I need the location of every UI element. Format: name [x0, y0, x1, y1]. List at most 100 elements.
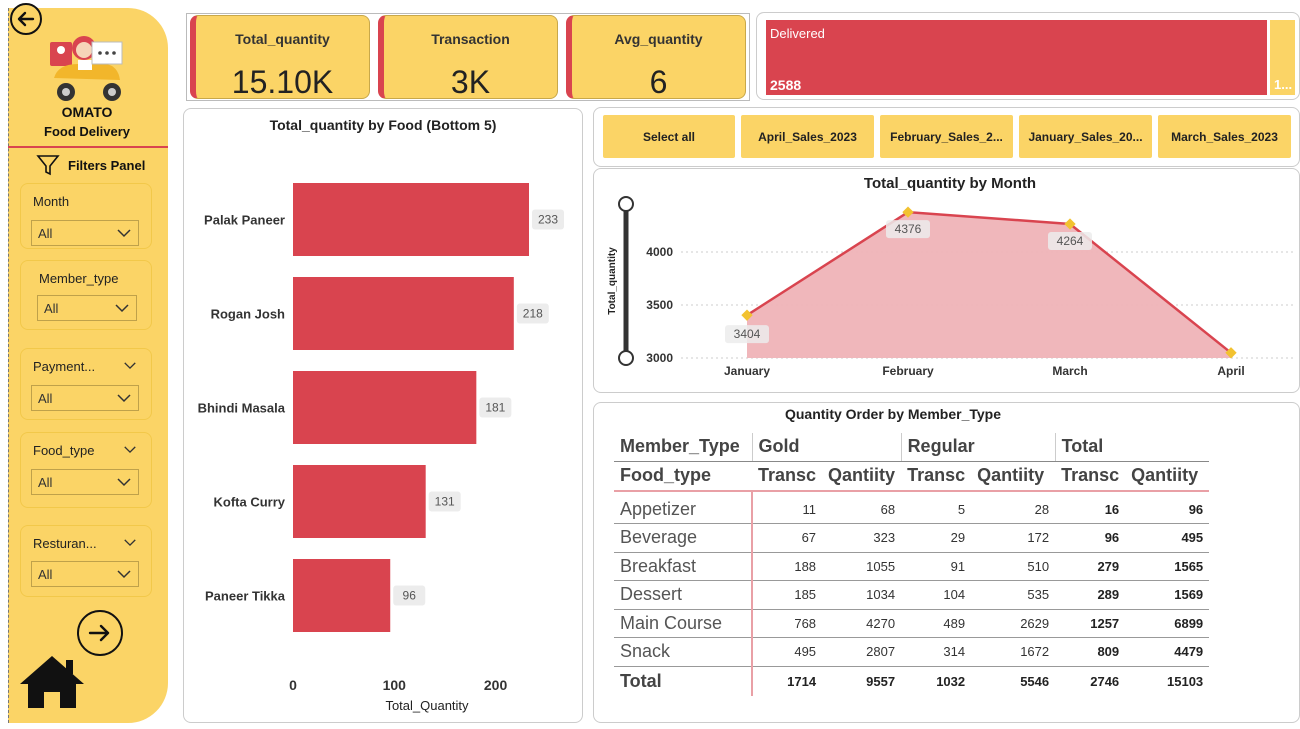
category-label: Rogan Josh [211, 307, 285, 322]
matrix-cell: 2629 [971, 609, 1056, 638]
matrix-cell: 29 [901, 523, 972, 553]
sub-header-quantity: Qantiity [1125, 461, 1210, 492]
matrix-total-cell: 9557 [866, 673, 896, 689]
kpi-card-total-quantity: Total_quantity 15.10K [190, 15, 370, 100]
kpi-title: Avg_quantity [614, 31, 703, 47]
food-type-label: Dessert [614, 580, 753, 610]
filters-panel-label: Filters Panel [68, 157, 146, 173]
forward-arrow-icon[interactable] [77, 610, 123, 656]
category-label: Kofta Curry [213, 495, 285, 510]
restaurant-dropdown[interactable]: All [31, 561, 139, 587]
range-slider-handle [618, 350, 634, 366]
matrix-cell: 188 [752, 552, 823, 581]
matrix-cell: 96 [1125, 495, 1210, 524]
slicer-label: Food_type [33, 443, 95, 458]
data-label: 218 [523, 307, 543, 321]
delivered-label: Delivered [770, 26, 825, 41]
divider [8, 146, 168, 148]
matrix-total-cell: 1714 [787, 673, 817, 689]
slicer-label: Month [33, 194, 70, 209]
back-arrow-icon[interactable] [10, 3, 42, 35]
member-type-header: Gold [751, 433, 902, 462]
matrix-cell: 4270 [822, 609, 902, 638]
tab-march[interactable]: March_Sales_2023 [1158, 115, 1291, 158]
matrix-cell: 768 [752, 609, 823, 638]
x-tick-label: April [1217, 364, 1244, 378]
dropdown-value: All [38, 390, 53, 406]
chart-title: Total_quantity by Month [864, 175, 1036, 192]
delivered-bar[interactable] [766, 20, 1267, 95]
data-label: 181 [485, 401, 505, 415]
tab-april[interactable]: April_Sales_2023 [741, 115, 874, 158]
data-label: 233 [538, 213, 558, 227]
restaurant-slicer: Resturan... All [20, 525, 152, 597]
category-label: Palak Paneer [204, 213, 285, 228]
row-header: Food_type [614, 461, 752, 492]
food-type-dropdown[interactable]: All [31, 469, 139, 495]
sub-header-transactions: Transc [901, 461, 972, 492]
chevron-down-icon[interactable] [123, 361, 137, 370]
kpi-card-transaction: Transaction 3K [378, 15, 558, 100]
matrix-cell: 67 [752, 523, 823, 553]
tab-february[interactable]: February_Sales_2... [880, 115, 1013, 158]
slicer-label: Member_type [39, 271, 119, 286]
member-type-matrix: Member_Type Gold Regular Total Food_type Tran… [614, 433, 1210, 696]
payment-slicer: Payment... All [20, 348, 152, 420]
matrix-cell: 1565 [1125, 552, 1210, 581]
tab-select-all[interactable]: Select all [603, 115, 735, 158]
matrix-cell: 185 [752, 580, 823, 610]
home-icon[interactable] [18, 654, 86, 710]
matrix-cell: 510 [971, 552, 1056, 581]
kpi-value: 15.10K [231, 64, 334, 100]
sub-header-transactions: Transc [1055, 461, 1126, 492]
food-type-label: Beverage [614, 523, 753, 553]
tab-january[interactable]: January_Sales_20... [1019, 115, 1152, 158]
chevron-down-icon[interactable] [123, 538, 137, 547]
matrix-cell: 495 [1125, 523, 1210, 553]
column-group-header: Member_Type [614, 433, 752, 462]
category-label: Bhindi Masala [198, 401, 286, 416]
x-tick-label: 200 [484, 677, 508, 693]
data-label: 131 [435, 495, 455, 509]
matrix-cell: 6899 [1125, 609, 1210, 638]
data-label: 3404 [734, 327, 761, 341]
food-type-label: Appetizer [614, 495, 753, 524]
month-area-chart: Total_quantity by Month Total_quantity 300… [607, 175, 1293, 378]
kpi-title: Total_quantity [235, 31, 330, 47]
matrix-cell: 535 [971, 580, 1056, 610]
matrix-cell: 104 [901, 580, 972, 610]
x-tick-label: March [1052, 364, 1087, 378]
matrix-total-cell: 5546 [1020, 673, 1050, 689]
matrix-cell: 495 [752, 637, 823, 667]
matrix-cell: 279 [1055, 552, 1126, 581]
member-type-header: Regular [900, 433, 1056, 462]
matrix-cell: 489 [901, 609, 972, 638]
matrix-cell: 289 [1055, 580, 1126, 610]
matrix-cell: 4479 [1125, 637, 1210, 667]
chevron-down-icon [117, 394, 131, 403]
month-dropdown[interactable]: All [31, 220, 139, 246]
dropdown-value: All [38, 566, 53, 582]
chevron-down-icon[interactable] [123, 445, 137, 454]
payment-dropdown[interactable]: All [31, 385, 139, 411]
bar [293, 559, 391, 632]
matrix-cell: 1569 [1125, 580, 1210, 610]
bar [293, 183, 529, 256]
food-type-label: Main Course [614, 609, 753, 638]
matrix-total-row: Total 1714 9557 1032 5546 2746 15103 [614, 666, 1209, 696]
matrix-total-cell: 2746 [1090, 673, 1120, 689]
matrix-cell: 2807 [822, 637, 902, 667]
data-label: 4264 [1057, 234, 1084, 248]
y-tick-label: 3000 [646, 351, 673, 365]
x-tick-label: 100 [383, 677, 407, 693]
category-label: Paneer Tikka [205, 589, 286, 604]
matrix-cell: 96 [1055, 523, 1126, 553]
sub-header-transactions: Transc [752, 461, 823, 492]
dropdown-value: All [44, 300, 59, 316]
data-label: 96 [403, 589, 417, 603]
matrix-cell: 172 [971, 523, 1056, 553]
food-type-label: Breakfast [614, 552, 753, 581]
member-type-dropdown[interactable]: All [37, 295, 137, 321]
kpi-value: 6 [649, 64, 668, 100]
matrix-cell: 16 [1055, 495, 1126, 524]
